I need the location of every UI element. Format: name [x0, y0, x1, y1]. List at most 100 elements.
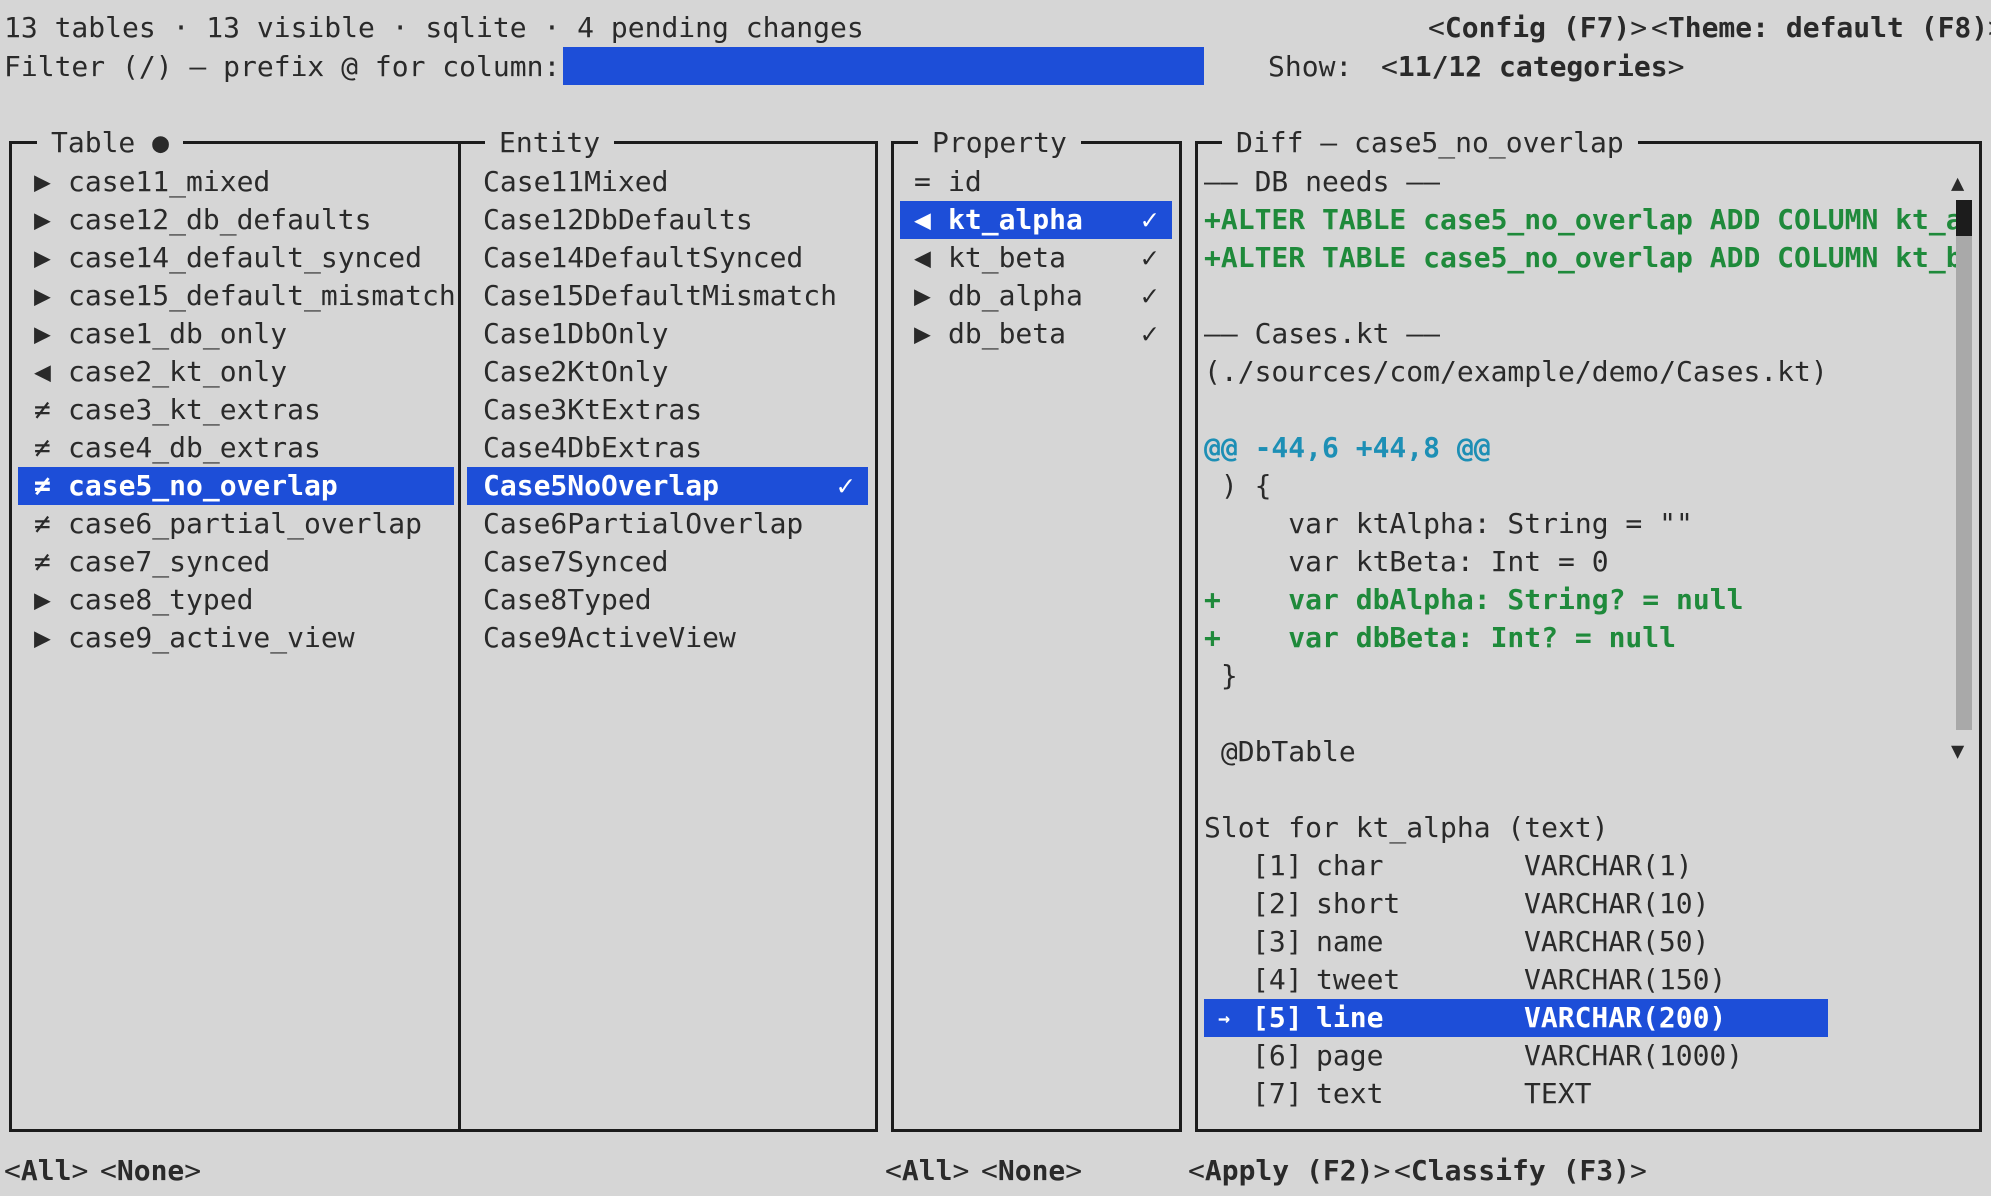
slot-option[interactable]: [7] text TEXT	[1204, 1075, 1828, 1113]
entity-list-item[interactable]: Case6PartialOverlap	[467, 505, 868, 543]
check-icon: ✓	[1141, 279, 1158, 312]
select-none-tables-button[interactable]: <None>	[100, 1152, 201, 1190]
show-label: Show:	[1268, 50, 1353, 83]
slot-type: TEXT	[1524, 1077, 1592, 1110]
table-list-item[interactable]: ≠ case3_kt_extras	[18, 391, 454, 429]
file-header: —— Cases.kt ——	[1204, 317, 1441, 350]
slot-index: [2]	[1252, 887, 1303, 920]
entity-list-item[interactable]: Case1DbOnly	[467, 315, 868, 353]
slot-type: VARCHAR(1)	[1524, 849, 1693, 882]
slot-type: VARCHAR(10)	[1524, 887, 1710, 920]
slot-type: VARCHAR(50)	[1524, 925, 1710, 958]
slot-option[interactable]: [1] char VARCHAR(1)	[1204, 847, 1828, 885]
slot-option[interactable]: [6] page VARCHAR(1000)	[1204, 1037, 1828, 1075]
table-list-item[interactable]: ▶ case1_db_only	[18, 315, 454, 353]
categories-dropdown[interactable]: <11/12 categories>	[1381, 48, 1684, 86]
select-all-tables-label: All	[20, 1154, 72, 1187]
status-icon: ▶	[34, 241, 51, 274]
table-list-item[interactable]: ◀ case2_kt_only	[18, 353, 454, 391]
apply-button[interactable]: <Apply (F2)>	[1188, 1152, 1390, 1190]
diff-content[interactable]: —— DB needs —— +ALTER TABLE case5_no_ove…	[1204, 163, 1956, 1123]
status-icon: ≠	[34, 469, 51, 502]
scroll-up-icon[interactable]: ▲	[1951, 165, 1964, 203]
table-list-item[interactable]: ▶ case14_default_synced	[18, 239, 454, 277]
diff-context-line: ) {	[1204, 469, 1272, 502]
entity-name: Case2KtOnly	[483, 355, 669, 388]
table-list-item[interactable]: ≠ case4_db_extras	[18, 429, 454, 467]
table-list-item[interactable]: ▶ case8_typed	[18, 581, 454, 619]
slot-name: tweet	[1316, 963, 1401, 996]
entity-name: Case3KtExtras	[483, 393, 703, 426]
property-list-item[interactable]: ◀ kt_alpha ✓	[900, 201, 1172, 239]
select-all-tables-button[interactable]: <All>	[4, 1152, 88, 1190]
classify-button-label: Classify (F3)	[1410, 1154, 1631, 1187]
unsaved-dot-icon: ●	[152, 126, 170, 159]
property-list-item[interactable]: ◀ kt_beta ✓	[900, 239, 1172, 277]
entity-list-item[interactable]: Case7Synced	[467, 543, 868, 581]
apply-button-label: Apply (F2)	[1204, 1154, 1374, 1187]
status-icon: ▶	[34, 317, 51, 350]
status-icon: ≠	[34, 393, 51, 426]
select-all-properties-button[interactable]: <All>	[885, 1152, 969, 1190]
slot-option[interactable]: [3] name VARCHAR(50)	[1204, 923, 1828, 961]
table-name: case5_no_overlap	[68, 469, 338, 502]
slot-index: [1]	[1252, 849, 1303, 882]
table-list-item[interactable]: ≠ case7_synced	[18, 543, 454, 581]
entity-name: Case8Typed	[483, 583, 652, 616]
select-none-properties-button[interactable]: <None>	[981, 1152, 1082, 1190]
table-list-item[interactable]: ▶ case9_active_view	[18, 619, 454, 657]
status-summary: 13 tables · 13 visible · sqlite · 4 pend…	[4, 11, 864, 44]
table-list-item[interactable]: ≠ case6_partial_overlap	[18, 505, 454, 543]
entity-list-item[interactable]: Case11Mixed	[467, 163, 868, 201]
entity-list-item[interactable]: Case12DbDefaults	[467, 201, 868, 239]
entity-list-item[interactable]: Case8Typed	[467, 581, 868, 619]
scrollbar-thumb[interactable]	[1956, 200, 1972, 236]
status-icon: ◀	[914, 241, 931, 274]
table-list-item[interactable]: ▶ case11_mixed	[18, 163, 454, 201]
table-name: case2_kt_only	[68, 355, 288, 388]
categories-value: 11/12 categories	[1397, 50, 1668, 83]
classify-button[interactable]: <Classify (F3)>	[1394, 1152, 1647, 1190]
scroll-down-icon[interactable]: ▼	[1951, 733, 1964, 771]
status-icon: ▶	[914, 317, 931, 350]
slot-name: line	[1316, 1001, 1384, 1034]
select-none-tables-label: None	[116, 1154, 185, 1187]
status-icon: ▶	[34, 165, 51, 198]
hunk-header: @@ -44,6 +44,8 @@	[1204, 431, 1491, 464]
scrollbar-track[interactable]	[1956, 200, 1972, 730]
slot-index: [6]	[1252, 1039, 1303, 1072]
table-name: case12_db_defaults	[68, 203, 372, 236]
slot-index: [7]	[1252, 1077, 1303, 1110]
entity-list-item[interactable]: Case15DefaultMismatch	[467, 277, 868, 315]
property-name: db_beta	[948, 317, 1067, 350]
theme-button[interactable]: <Theme: default (F8)>	[1651, 9, 1991, 47]
slot-name: char	[1316, 849, 1384, 882]
table-name: case9_active_view	[68, 621, 355, 654]
entity-name: Case14DefaultSynced	[483, 241, 804, 274]
table-list-item[interactable]: ▶ case15_default_mismatch	[18, 277, 456, 315]
entity-list-item[interactable]: Case4DbExtras	[467, 429, 868, 467]
property-list-item[interactable]: ▶ db_alpha ✓	[900, 277, 1172, 315]
table-name: case1_db_only	[68, 317, 288, 350]
property-list-item[interactable]: ▶ db_beta ✓	[900, 315, 1172, 353]
property-name: kt_beta	[948, 241, 1067, 274]
db-needs-header: —— DB needs ——	[1204, 165, 1441, 198]
table-list-item[interactable]: ≠ case5_no_overlap	[18, 467, 454, 505]
entity-name: Case11Mixed	[483, 165, 669, 198]
slot-option[interactable]: → [5] line VARCHAR(200)	[1204, 999, 1828, 1037]
entity-list-item[interactable]: Case9ActiveView	[467, 619, 868, 657]
entity-list-item[interactable]: Case5NoOverlap ✓	[467, 467, 868, 505]
slot-option[interactable]: [2] short VARCHAR(10)	[1204, 885, 1828, 923]
property-list-item[interactable]: = id	[900, 163, 1172, 201]
table-list-item[interactable]: ▶ case12_db_defaults	[18, 201, 454, 239]
entity-list-item[interactable]: Case2KtOnly	[467, 353, 868, 391]
config-button[interactable]: <Config (F7)>	[1428, 9, 1647, 47]
entity-list-item[interactable]: Case14DefaultSynced	[467, 239, 868, 277]
table-name: case7_synced	[68, 545, 271, 578]
entity-list-item[interactable]: Case3KtExtras	[467, 391, 868, 429]
slot-option[interactable]: [4] tweet VARCHAR(150)	[1204, 961, 1828, 999]
filter-label: Filter (/) — prefix @ for column:	[4, 50, 561, 83]
theme-button-label: Theme: default (F8)	[1667, 11, 1989, 44]
filter-input[interactable]	[563, 47, 1204, 85]
table-name: case11_mixed	[68, 165, 271, 198]
